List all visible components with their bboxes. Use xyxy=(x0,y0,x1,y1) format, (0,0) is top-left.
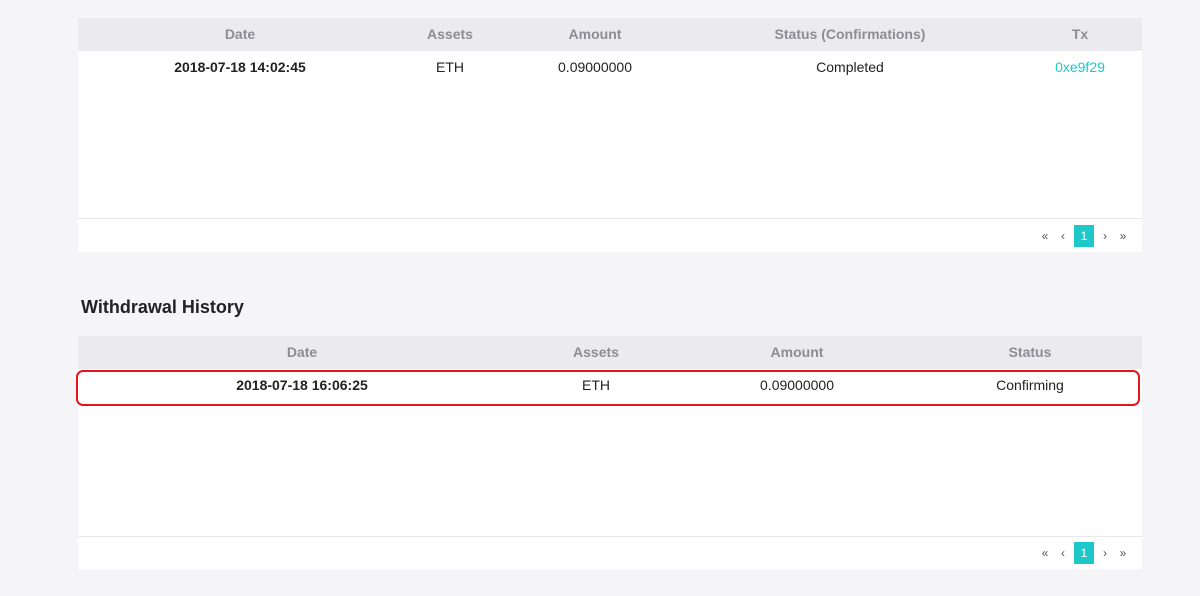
column-header-amount: Amount xyxy=(770,344,824,360)
column-header-assets: Assets xyxy=(427,26,473,42)
prev-page-button[interactable]: ‹ xyxy=(1054,229,1072,243)
withdrawal-history-title: Withdrawal History xyxy=(81,297,244,317)
row-highlight-box xyxy=(76,370,1140,406)
prev-page-button[interactable]: ‹ xyxy=(1054,546,1072,560)
tx-hash-link[interactable]: 0xe9f29 xyxy=(1040,51,1120,84)
column-header-date: Date xyxy=(224,26,256,42)
deposit-asset: ETH xyxy=(436,59,464,75)
table-footer-divider xyxy=(78,218,1142,219)
column-header-amount: Amount xyxy=(568,26,622,42)
first-page-button[interactable]: « xyxy=(1036,229,1054,243)
table-row: 2018-07-18 14:02:45 ETH 0.09000000 Compl… xyxy=(78,51,1142,84)
last-page-button[interactable]: » xyxy=(1114,546,1132,560)
deposit-status: Completed xyxy=(816,59,884,75)
deposit-date: 2018-07-18 14:02:45 xyxy=(174,59,306,75)
column-header-status: Status xyxy=(1008,344,1052,360)
column-header-date: Date xyxy=(286,344,318,360)
deposit-table-header: Date Assets Amount Status (Confirmations… xyxy=(78,18,1142,51)
column-header-tx: Tx xyxy=(1071,26,1089,42)
column-header-status-confirmations: Status (Confirmations) xyxy=(774,26,926,42)
deposit-pagination: « ‹ 1 › » xyxy=(1036,225,1132,247)
page-number-button[interactable]: 1 xyxy=(1074,542,1094,564)
first-page-button[interactable]: « xyxy=(1036,546,1054,560)
next-page-button[interactable]: › xyxy=(1096,546,1114,560)
column-header-assets: Assets xyxy=(573,344,619,360)
withdrawal-table-header: Date Assets Amount Status xyxy=(78,336,1142,369)
withdrawal-pagination: « ‹ 1 › » xyxy=(1036,542,1132,564)
deposit-amount: 0.09000000 xyxy=(558,59,632,75)
page-number-button[interactable]: 1 xyxy=(1074,225,1094,247)
last-page-button[interactable]: » xyxy=(1114,229,1132,243)
table-footer-divider xyxy=(78,536,1142,537)
deposit-history-panel: Date Assets Amount Status (Confirmations… xyxy=(78,18,1142,252)
next-page-button[interactable]: › xyxy=(1096,229,1114,243)
